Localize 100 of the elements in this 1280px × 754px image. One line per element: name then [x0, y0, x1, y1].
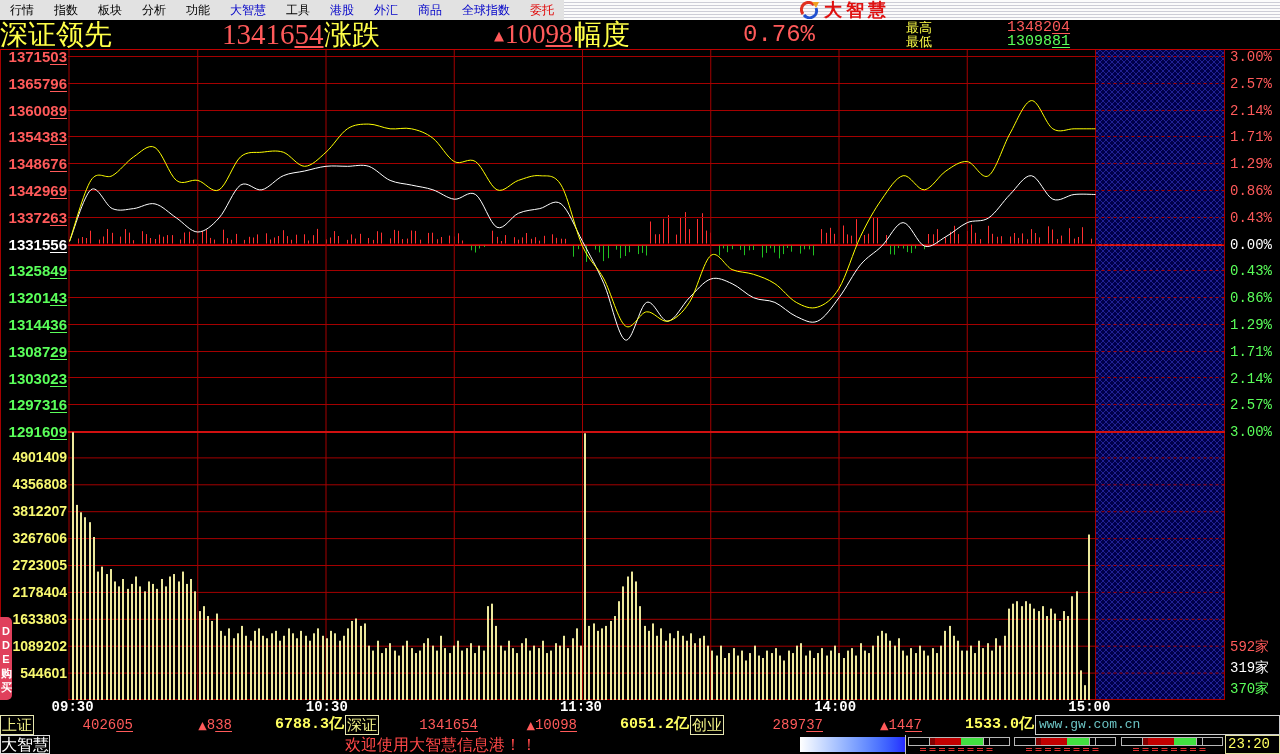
bar: [190, 578, 192, 700]
price-axis-label: 1365796: [8, 76, 67, 92]
bar: [241, 625, 243, 700]
market-value: 289737: [772, 716, 823, 734]
bar: [567, 648, 569, 700]
bar: [156, 588, 158, 700]
bar: [953, 635, 955, 700]
bar: [1054, 613, 1056, 700]
bar: [932, 648, 934, 700]
bar: [800, 643, 802, 700]
bar: [339, 640, 341, 700]
bar: [389, 643, 391, 700]
bar: [182, 571, 184, 700]
bar: [288, 628, 290, 700]
volume-axis-label: 1089202: [12, 638, 67, 654]
menu-item[interactable]: 港股: [320, 0, 364, 20]
dde-buy-tab[interactable]: DDE购买: [0, 617, 12, 700]
bar: [466, 648, 468, 700]
bar: [627, 576, 629, 700]
bar: [135, 576, 137, 700]
bar: [93, 537, 95, 700]
price-axis-label: 1342969: [8, 184, 67, 199]
price-axis-label: 1348676: [8, 157, 67, 173]
percent-axis-label: 1.29%: [1230, 157, 1272, 173]
bar: [1080, 670, 1082, 700]
bar: [1033, 608, 1035, 700]
bar: [500, 645, 502, 700]
menu-item[interactable]: 板块: [88, 0, 132, 20]
menu-item[interactable]: 大智慧: [220, 0, 276, 20]
bar: [178, 581, 180, 700]
market-amount: 6051.2亿: [620, 716, 689, 734]
menu-item[interactable]: 分析: [132, 0, 176, 20]
bar: [266, 638, 268, 700]
bar: [508, 640, 510, 700]
bar: [720, 645, 722, 700]
bar: [525, 638, 527, 700]
menu-item[interactable]: 工具: [276, 0, 320, 20]
bar: [440, 635, 442, 700]
menu-item[interactable]: 指数: [44, 0, 88, 20]
bar: [444, 648, 446, 700]
bar: [949, 625, 951, 700]
percent-axis-label: 1.71%: [1230, 344, 1272, 360]
menu-item[interactable]: 功能: [176, 0, 220, 20]
menu-item[interactable]: 全球指数: [452, 0, 520, 20]
bar: [127, 588, 129, 700]
bar: [453, 645, 455, 700]
percent-axis-label: 0.43%: [1230, 210, 1272, 226]
bar: [368, 645, 370, 700]
menu-item[interactable]: 委托: [520, 0, 564, 20]
bar: [347, 628, 349, 700]
bar: [216, 613, 218, 700]
bar: [1012, 603, 1014, 700]
menu-item[interactable]: 行情: [0, 0, 44, 20]
bar: [716, 655, 718, 700]
bar: [724, 658, 726, 700]
market-change: 10098: [534, 716, 577, 734]
bar: [610, 620, 612, 700]
bar: [762, 658, 764, 700]
price-axis-label: 1297316: [8, 398, 67, 414]
bar: [656, 635, 658, 700]
bar: [550, 650, 552, 700]
bar: [330, 630, 332, 700]
bar: [648, 630, 650, 700]
menu-item[interactable]: 外汇: [364, 0, 408, 20]
price-axis-label: 1371503: [8, 50, 67, 65]
bar: [533, 645, 535, 700]
bar: [313, 633, 315, 700]
bar: [889, 640, 891, 700]
bar: [588, 625, 590, 700]
bar: [461, 650, 463, 700]
bar: [961, 650, 963, 700]
price-axis-label: 1291609: [8, 425, 67, 441]
bar: [944, 630, 946, 700]
price-axis-label: 1331556: [8, 237, 67, 253]
market-change: 1447: [888, 716, 922, 734]
arrow-glyph: ▲: [494, 29, 504, 43]
bar: [978, 640, 980, 700]
bar: [1038, 611, 1040, 700]
ticker-text: 欢迎使用大智慧信息港！！: [345, 736, 537, 753]
bar: [114, 581, 116, 700]
bar: [999, 645, 1001, 700]
bar: [923, 650, 925, 700]
arrow-glyph: ▲: [879, 720, 889, 732]
time-label: 09:30: [50, 700, 95, 715]
bar: [898, 638, 900, 700]
bar: [838, 653, 840, 700]
menu-item[interactable]: 商品: [408, 0, 452, 20]
bar: [101, 566, 103, 700]
bar: [423, 643, 425, 700]
bar: [563, 635, 565, 700]
bar: [851, 648, 853, 700]
bar: [881, 630, 883, 700]
bar: [966, 650, 968, 700]
bar: [894, 645, 896, 700]
bar: [572, 638, 574, 700]
bar: [991, 650, 993, 700]
breadth-count: 592家: [1230, 638, 1270, 657]
bar: [394, 650, 396, 700]
bar: [372, 650, 374, 700]
bar: [576, 628, 578, 700]
